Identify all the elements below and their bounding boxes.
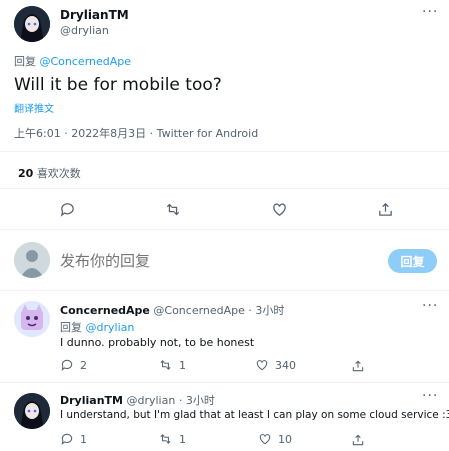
reply-header: DrylianTM @drylian · 3小时 (60, 392, 215, 408)
reply-author-handle[interactable]: @ConcernedApe (153, 304, 245, 317)
reply-author-name[interactable]: DrylianTM (60, 394, 123, 407)
author-handle[interactable]: @drylian (60, 24, 109, 37)
share-icon[interactable] (377, 201, 394, 218)
reply-timestamp[interactable]: · 3小时 (179, 394, 215, 407)
retweet-count: 1 (179, 358, 186, 372)
divider (0, 382, 449, 383)
like-icon[interactable] (271, 201, 288, 218)
reply-text: I understand, but I'm glad that at least… (60, 409, 449, 421)
divider (0, 290, 449, 291)
like-action[interactable]: 10 (258, 432, 292, 446)
translate-link[interactable]: 翻译推文 (14, 100, 54, 115)
reply-header: ConcernedApe @ConcernedApe · 3小时 (60, 302, 284, 318)
reply-button[interactable]: 回复 (388, 249, 437, 273)
retweet-action[interactable]: 1 (158, 358, 186, 372)
avatar[interactable] (14, 6, 50, 42)
tweet-text: Will it be for mobile too? (14, 75, 222, 95)
divider (0, 229, 449, 230)
tweet-meta[interactable]: 上午6:01 · 2022年8月3日 · Twitter for Android (14, 125, 258, 141)
reply-author-name[interactable]: ConcernedApe (60, 304, 150, 317)
reply-action[interactable]: 1 (60, 432, 87, 446)
reply-prefix: 回复 (14, 55, 36, 68)
divider (0, 151, 449, 152)
reply-icon[interactable] (59, 201, 76, 218)
divider (0, 188, 449, 189)
author-name[interactable]: DrylianTM (60, 8, 129, 22)
share-icon[interactable] (351, 432, 365, 451)
reply-to-link[interactable]: @drylian (86, 321, 135, 334)
reply-icon (61, 433, 73, 445)
likes-summary[interactable]: 20 喜欢次数 (18, 165, 81, 181)
retweet-icon (160, 360, 171, 370)
like-count: 10 (278, 432, 292, 446)
reply-action[interactable]: 2 (60, 358, 87, 372)
reply-count: 1 (80, 432, 87, 446)
reply-to-link[interactable]: @ConcernedApe (40, 55, 132, 68)
reply-input[interactable] (58, 248, 362, 274)
like-icon (256, 360, 268, 371)
avatar[interactable] (14, 301, 50, 337)
reply-timestamp[interactable]: · 3小时 (248, 304, 284, 317)
avatar[interactable] (14, 393, 50, 429)
more-icon[interactable]: ··· (422, 4, 438, 20)
reply-icon (61, 359, 73, 371)
reply-prefix: 回复 (60, 321, 82, 334)
retweet-icon (160, 434, 171, 444)
more-icon[interactable]: ··· (422, 388, 438, 404)
like-action[interactable]: 340 (255, 358, 296, 372)
like-icon (259, 434, 271, 445)
reply-context: 回复 @drylian (60, 319, 134, 335)
share-icon[interactable] (351, 358, 365, 377)
reply-context: 回复 @ConcernedApe (14, 53, 131, 69)
reply-count: 2 (80, 358, 87, 372)
likes-label: 喜欢次数 (36, 167, 81, 180)
more-icon[interactable]: ··· (422, 298, 438, 314)
reply-text: I dunno. probably not, to be honest (60, 336, 255, 349)
retweet-icon[interactable] (164, 201, 182, 218)
current-user-avatar[interactable] (14, 242, 50, 278)
reply-author-handle[interactable]: @drylian (126, 394, 175, 407)
retweet-count: 1 (179, 432, 186, 446)
likes-count: 20 (18, 167, 34, 180)
like-count: 340 (275, 358, 296, 372)
retweet-action[interactable]: 1 (158, 432, 186, 446)
